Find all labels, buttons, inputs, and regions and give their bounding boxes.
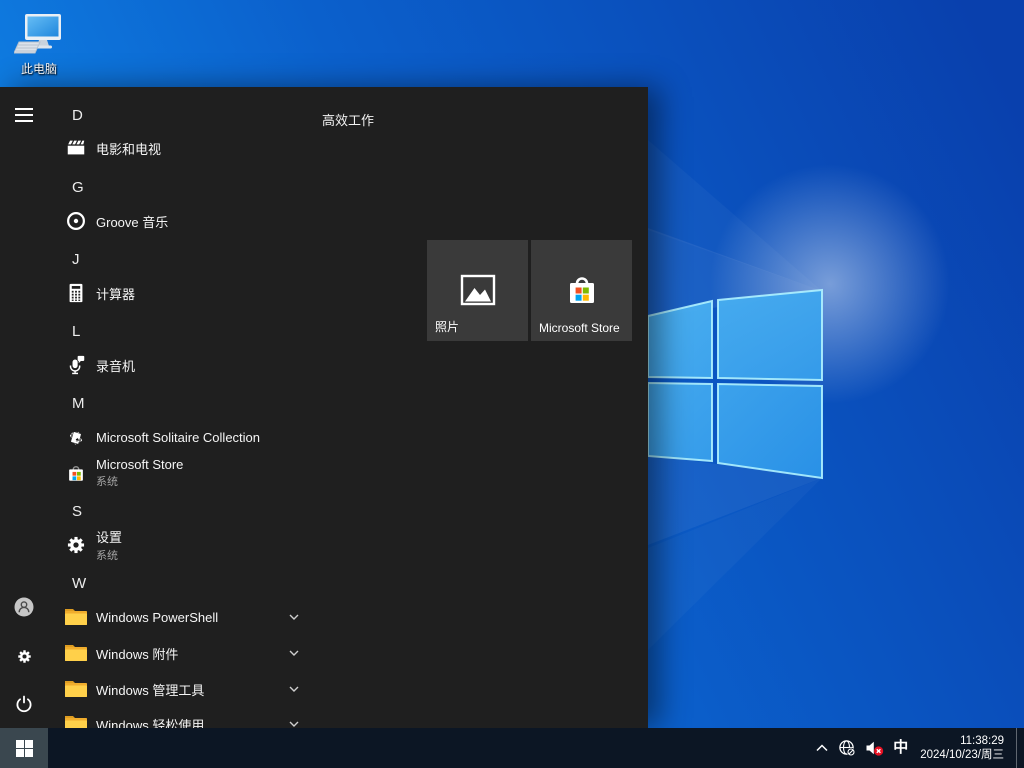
section-letter-l[interactable]: L xyxy=(48,319,304,343)
tile-photos[interactable]: 照片 xyxy=(427,240,528,341)
tile-label: Microsoft Store xyxy=(539,321,620,335)
section-letter-w[interactable]: W xyxy=(48,571,304,595)
section-letter-s[interactable]: S xyxy=(48,499,304,523)
taskbar: 中 11:38:29 2024/10/23/周三 xyxy=(0,728,1024,768)
folder-icon xyxy=(64,677,88,701)
chevron-up-icon xyxy=(815,742,829,754)
app-item-voice-recorder[interactable]: 录音机 xyxy=(48,347,304,383)
calculator-icon xyxy=(64,281,88,305)
folder-icon xyxy=(64,712,88,728)
volume-button[interactable] xyxy=(865,728,884,768)
app-item-microsoft-store[interactable]: Microsoft Store 系统 xyxy=(48,449,304,497)
app-item-groove-music[interactable]: Groove 音乐 xyxy=(48,203,304,239)
folder-label: Windows PowerShell xyxy=(96,610,218,625)
movies-tv-icon xyxy=(64,136,88,160)
this-pc-label: 此电脑 xyxy=(6,60,72,77)
app-label: Groove 音乐 xyxy=(96,212,168,231)
ime-indicator[interactable]: 中 xyxy=(893,728,908,768)
speaker-muted-icon xyxy=(865,740,884,757)
app-sublabel: 系统 xyxy=(96,473,183,489)
chevron-down-icon[interactable] xyxy=(288,611,300,623)
taskbar-empty-area xyxy=(48,728,815,768)
show-desktop-button[interactable] xyxy=(1016,728,1022,768)
folder-item-windows-powershell[interactable]: Windows PowerShell xyxy=(48,599,304,635)
system-tray: 中 11:38:29 2024/10/23/周三 xyxy=(815,728,1024,768)
app-label: Microsoft Solitaire Collection xyxy=(96,430,260,445)
folder-item-windows-ease-of-access[interactable]: Windows 轻松使用 xyxy=(48,706,304,728)
section-letter-d[interactable]: D xyxy=(48,103,304,127)
desktop: 此电脑 xyxy=(0,0,1024,768)
store-icon xyxy=(562,270,602,310)
tile-label: 照片 xyxy=(435,318,459,335)
app-sublabel: 系统 xyxy=(96,547,122,563)
groove-music-icon xyxy=(64,209,88,233)
app-item-settings[interactable]: 设置 系统 xyxy=(48,521,304,569)
folder-item-windows-admin-tools[interactable]: Windows 管理工具 xyxy=(48,671,304,707)
folder-icon xyxy=(64,641,88,665)
section-letter-m[interactable]: M xyxy=(48,391,304,415)
chevron-down-icon[interactable] xyxy=(288,683,300,695)
section-letter-g[interactable]: G xyxy=(48,175,304,199)
folder-icon xyxy=(64,605,88,629)
clock-time: 11:38:29 xyxy=(920,734,1004,748)
tray-overflow-button[interactable] xyxy=(815,728,829,768)
folder-label: Windows 附件 xyxy=(96,644,178,663)
app-item-movies-tv[interactable]: 电影和电视 xyxy=(48,130,304,166)
folder-item-windows-accessories[interactable]: Windows 附件 xyxy=(48,635,304,671)
tile-group-title[interactable]: 高效工作 xyxy=(322,110,374,129)
start-menu: D 电影和电视 G xyxy=(0,87,648,728)
clock-date: 2024/10/23/周三 xyxy=(920,748,1004,762)
tile-microsoft-store[interactable]: Microsoft Store xyxy=(531,240,632,341)
network-globe-icon xyxy=(838,739,856,757)
voice-recorder-icon xyxy=(64,353,88,377)
this-pc-icon xyxy=(6,12,72,58)
folder-label: Windows 轻松使用 xyxy=(96,715,204,729)
app-label: 计算器 xyxy=(96,284,135,303)
store-icon xyxy=(64,461,88,485)
section-letter-j[interactable]: J xyxy=(48,247,304,271)
chevron-down-icon[interactable] xyxy=(288,718,300,728)
app-label: Microsoft Store xyxy=(96,457,183,472)
windows-logo-icon xyxy=(16,740,33,757)
desktop-icon-this-pc[interactable]: 此电脑 xyxy=(6,12,72,77)
app-label: 录音机 xyxy=(96,356,135,375)
photos-icon xyxy=(458,270,498,310)
start-button[interactable] xyxy=(0,728,48,768)
app-item-calculator[interactable]: 计算器 xyxy=(48,275,304,311)
solitaire-icon: ♠ xyxy=(64,425,88,449)
chevron-down-icon[interactable] xyxy=(288,647,300,659)
clock[interactable]: 11:38:29 2024/10/23/周三 xyxy=(917,734,1007,762)
app-list: D 电影和电视 G xyxy=(0,87,320,728)
folder-label: Windows 管理工具 xyxy=(96,680,204,699)
app-label: 设置 xyxy=(96,527,122,546)
app-label: 电影和电视 xyxy=(96,139,161,158)
network-status-button[interactable] xyxy=(838,728,856,768)
settings-gear-icon xyxy=(64,533,88,557)
